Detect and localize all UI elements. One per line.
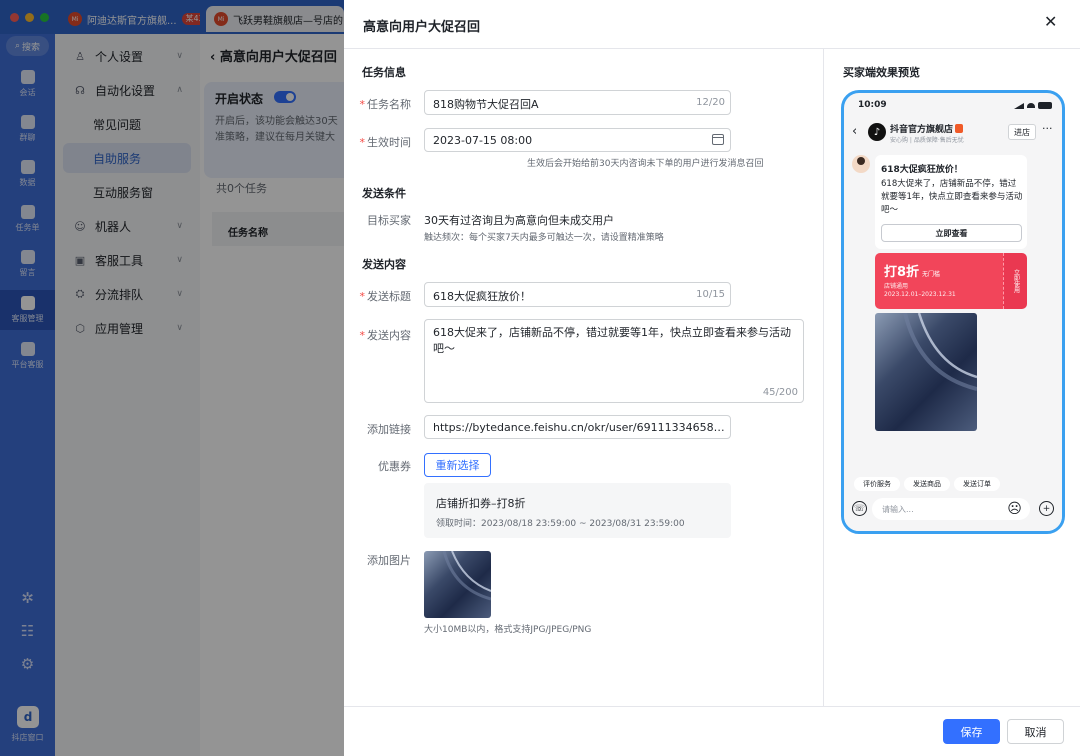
shop-subtitle: 安心购 | 品质保障·售后无忧 bbox=[890, 137, 964, 144]
phone-time: 10:09 bbox=[858, 100, 887, 110]
link-value: https://bytedance.feishu.cn/okr/user/691… bbox=[433, 421, 727, 434]
back-icon: ‹ bbox=[852, 124, 858, 139]
quick-reply-review: 评价服务 bbox=[854, 477, 900, 491]
task-name-value: 818购物节大促召回A bbox=[433, 98, 539, 111]
buyer-preview-phone: 10:09 ‹ ♪ 抖音官方旗舰店 安心购 | 品质保障·售后无忧 进店 ···… bbox=[841, 90, 1065, 534]
reselect-coupon-button[interactable]: 重新选择 bbox=[424, 453, 491, 477]
coupon-validity: 2023.12.01–2023.12.31 bbox=[884, 291, 956, 298]
image-label: 添加图片 bbox=[367, 554, 411, 567]
phone-chat-header: ‹ ♪ 抖音官方旗舰店 安心购 | 品质保障·售后无忧 进店 ··· bbox=[844, 119, 1062, 151]
message-bubble: 618大促疯狂放价！ 618大促来了，店铺新品不停，错过就要等1年，快点立即查看… bbox=[875, 155, 1027, 249]
cancel-button[interactable]: 取消 bbox=[1007, 719, 1064, 744]
view-now-button: 立即查看 bbox=[881, 224, 1022, 242]
product-image-icon bbox=[442, 551, 491, 601]
more-icon: ··· bbox=[1042, 122, 1053, 135]
coupon-use-button: 立即使用 bbox=[1003, 253, 1027, 309]
quick-reply-order: 发送订单 bbox=[954, 477, 1000, 491]
send-content-label: * 发送内容 bbox=[359, 329, 412, 342]
image-hint: 大小10MB以内，格式支持JPG/JPEG/PNG bbox=[424, 625, 592, 635]
enter-shop-button: 进店 bbox=[1008, 124, 1036, 140]
coupon-card: 打8折 无门槛 店铺通用 2023.12.01–2023.12.31 bbox=[875, 253, 1003, 309]
section-condition: 发送条件 bbox=[362, 187, 406, 200]
drawer-title: 高意向用户大促召回 bbox=[363, 20, 481, 35]
quick-reply-product: 发送商品 bbox=[904, 477, 950, 491]
selected-coupon: 店铺折扣券–打8折 领取时间：2023/08/18 23:59:00 ~ 202… bbox=[424, 483, 731, 538]
uploaded-image[interactable] bbox=[424, 551, 491, 618]
plus-icon: + bbox=[1039, 501, 1054, 516]
effective-time-label: * 生效时间 bbox=[359, 136, 412, 149]
send-content-counter: 45/200 bbox=[762, 387, 798, 398]
section-task-info: 任务信息 bbox=[362, 66, 406, 79]
phone-status-icons bbox=[1014, 102, 1052, 109]
send-title-label: * 发送标题 bbox=[359, 290, 412, 303]
message-image bbox=[875, 313, 977, 431]
verified-icon bbox=[955, 124, 964, 133]
battery-icon bbox=[1038, 102, 1052, 109]
link-input[interactable]: https://bytedance.feishu.cn/okr/user/691… bbox=[424, 415, 731, 439]
target-hint: 触达频次：每个买家7天内最多可触达一次，请设置精准策略 bbox=[424, 233, 664, 243]
wifi-icon bbox=[1027, 103, 1035, 108]
task-name-input[interactable]: 818购物节大促召回A 12/20 bbox=[424, 90, 731, 115]
target-value: 30天有过咨询且为高意向但未成交用户 bbox=[424, 214, 614, 227]
send-title-value: 618大促疯狂放价！ bbox=[433, 290, 531, 303]
coupon-discount: 打8折 无门槛 bbox=[884, 265, 941, 280]
send-content-textarea[interactable]: 618大促来了，店铺新品不停，错过就要等1年，快点立即查看来参与活动吧～ 45/… bbox=[424, 319, 804, 403]
send-content-value: 618大促来了，店铺新品不停，错过就要等1年，快点立即查看来参与活动吧～ bbox=[433, 326, 791, 355]
send-title-counter: 10/15 bbox=[696, 289, 725, 300]
task-drawer: 高意向用户大促召回 ✕ 任务信息 * 任务名称 818购物节大促召回A 12/20… bbox=[344, 0, 1080, 756]
divider bbox=[823, 48, 824, 706]
send-title-input[interactable]: 618大促疯狂放价！ 10/15 bbox=[424, 282, 731, 307]
bubble-title: 618大促疯狂放价！ bbox=[881, 165, 963, 175]
effective-time-picker[interactable]: 2023-07-15 08:00 bbox=[424, 128, 731, 152]
signal-icon bbox=[1014, 102, 1024, 109]
emoji-icon: ☹ bbox=[1007, 500, 1022, 517]
coupon-name: 店铺折扣券–打8折 bbox=[436, 497, 526, 510]
link-label: 添加链接 bbox=[367, 423, 411, 436]
task-name-label: * 任务名称 bbox=[359, 98, 412, 111]
coupon-time: 领取时间：2023/08/18 23:59:00 ~ 2023/08/31 23… bbox=[436, 519, 685, 529]
bubble-body: 618大促来了，店铺新品不停，错过就要等1年，快点立即查看来参与活动吧～ bbox=[881, 179, 1023, 215]
voice-icon: ☏ bbox=[852, 501, 867, 516]
coupon-scope: 店铺通用 bbox=[884, 283, 909, 290]
preview-title: 买家端效果预览 bbox=[843, 66, 920, 79]
section-content: 发送内容 bbox=[362, 258, 406, 271]
effective-time-hint: 生效后会开始给前30天内咨询未下单的用户进行发消息召回 bbox=[527, 159, 764, 169]
calendar-icon bbox=[712, 134, 724, 145]
divider bbox=[344, 48, 1080, 49]
coupon-label: 优惠券 bbox=[378, 460, 411, 473]
avatar bbox=[852, 155, 870, 173]
divider bbox=[344, 706, 1080, 707]
close-icon[interactable]: ✕ bbox=[1044, 12, 1057, 31]
shop-name: 抖音官方旗舰店 bbox=[890, 122, 964, 135]
effective-time-value: 2023-07-15 08:00 bbox=[433, 134, 533, 147]
save-button[interactable]: 保存 bbox=[943, 719, 1000, 744]
douyin-logo-icon: ♪ bbox=[868, 123, 886, 141]
product-image-icon bbox=[903, 313, 977, 391]
target-label: 目标买家 bbox=[367, 214, 411, 227]
task-name-counter: 12/20 bbox=[696, 97, 725, 108]
